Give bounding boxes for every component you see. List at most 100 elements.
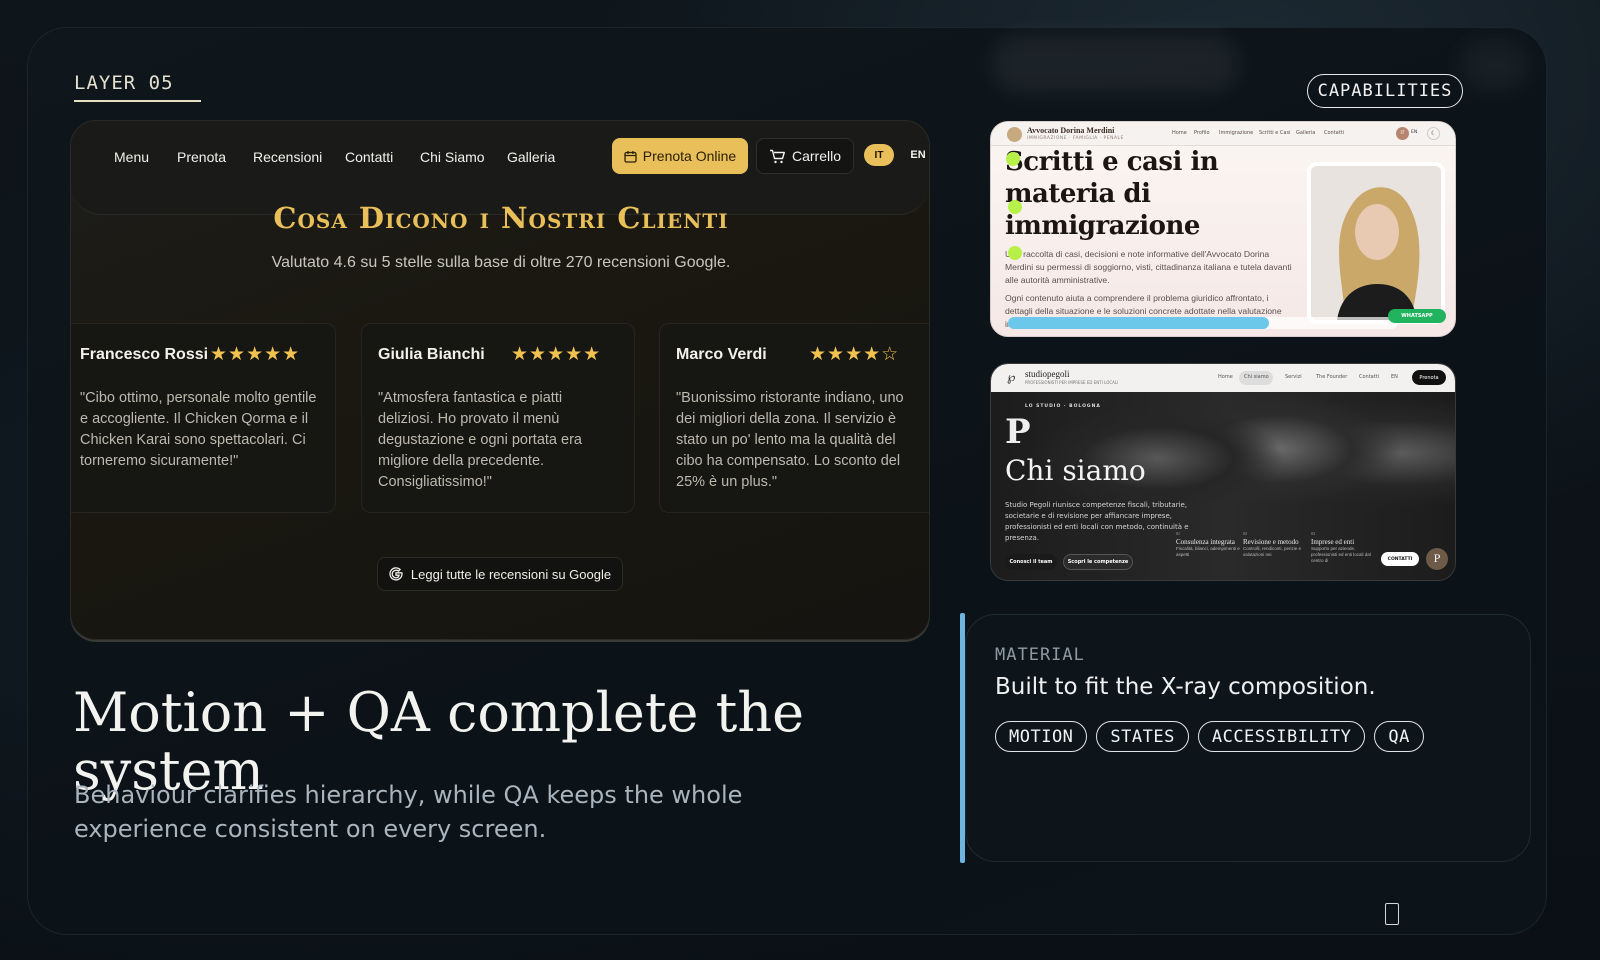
service-card: 02 Revisione e metodo Controlli, rendico… [1243, 530, 1307, 558]
google-reviews-button[interactable]: Leggi tutte le recensioni su Google [377, 557, 623, 591]
studio-avatar-badge[interactable]: P [1426, 548, 1448, 570]
tag-accessibility: ACCESSIBILITY [1197, 721, 1366, 752]
lawyer-lang-en[interactable]: EN [1411, 130, 1417, 135]
touch-marker [1008, 200, 1022, 214]
layer-label: LAYER 05 [74, 72, 201, 102]
lawyer-nav-contatti[interactable]: Contatti [1324, 130, 1344, 136]
review-card: Marco Verdi ★★★★☆ "Buonissimo ristorante… [659, 323, 929, 513]
calendar-icon [624, 150, 637, 163]
lawyer-nav-scritti[interactable]: Scritti e Casi [1259, 130, 1290, 136]
service-desc: Fiscalità, bilanci, adempimenti e aspett… [1176, 546, 1240, 557]
lang-toggle-it[interactable]: IT [864, 144, 894, 166]
star-rating: ★★★★☆ [809, 343, 900, 365]
lawyer-nav-home[interactable]: Home [1172, 130, 1187, 136]
studio-intro-text: Studio Pegoli riunisce competenze fiscal… [1005, 501, 1189, 542]
studio-nav-home[interactable]: Home [1218, 374, 1233, 380]
portrait-image [1311, 166, 1441, 320]
moon-icon[interactable]: ☾ [1427, 127, 1440, 140]
subline: Behaviour clarifies hierarchy, while QA … [74, 781, 743, 843]
studio-site-navbar: ℘ studiopegoli PROFESSIONISTI PER IMPRES… [991, 364, 1455, 392]
lawyer-site-navbar: Avvocato Dorina Merdini IMMIGRAZIONE · F… [991, 122, 1455, 146]
book-online-button[interactable]: Prenota Online [612, 138, 748, 174]
reviews-title: Cosa Dicono i Nostri Clienti [273, 201, 729, 235]
studio-nav-chi-siamo[interactable]: Chi siamo [1244, 374, 1269, 380]
studio-nav-founder[interactable]: The Founder [1316, 374, 1347, 380]
cart-button[interactable]: Carrello [756, 138, 854, 174]
nav-item-galleria[interactable]: Galleria [507, 149, 555, 165]
studio-prenota-button[interactable]: Prenota [1412, 370, 1446, 385]
reviewer-name: Marco Verdi [676, 346, 767, 363]
service-desc: Controlli, rendiconti, perizie e valutaz… [1243, 546, 1302, 557]
studio-brand: studiopegoli [1025, 369, 1070, 379]
studio-brand-subtitle: PROFESSIONISTI PER IMPRESE ED ENTI LOCAL… [1025, 380, 1119, 385]
google-reviews-label: Leggi tutte le recensioni su Google [410, 566, 612, 582]
lawyer-page-title: Scritti e casi in materia di immigrazion… [1005, 147, 1219, 241]
scroll-progress-bar [1008, 317, 1269, 329]
review-card: Francesco Rossi ★★★★★ "Cibo ottimo, pers… [71, 323, 336, 513]
service-title: Consulenza integrata [1176, 538, 1235, 546]
review-text: "Cibo ottimo, personale molto gentile e … [80, 390, 317, 469]
service-card: 03 Imprese ed enti Supporto per aziende,… [1311, 530, 1375, 564]
device-icon[interactable] [1385, 903, 1399, 925]
studio-page-title: Chi siamo [1005, 454, 1146, 487]
material-title: Built to fit the X-ray composition. [995, 674, 1376, 700]
studio-nav-contatti[interactable]: Contatti [1359, 374, 1379, 380]
nav-item-chi-siamo[interactable]: Chi Siamo [420, 149, 485, 165]
tag-states: STATES [1096, 721, 1189, 752]
studio-nav-en[interactable]: EN [1391, 374, 1398, 380]
service-number: 03 [1311, 531, 1315, 536]
material-accent-bar [960, 613, 965, 863]
lawyer-lang-it[interactable]: IT [1396, 127, 1409, 140]
book-online-label: Prenota Online [642, 148, 737, 164]
service-title: Revisione e metodo [1243, 538, 1299, 546]
lawyer-brand: Avvocato Dorina Merdini [1027, 126, 1115, 135]
tag-qa: QA [1374, 721, 1424, 752]
lang-toggle-en[interactable]: EN [904, 144, 929, 166]
review-card: Giulia Bianchi ★★★★★ "Atmosfera fantasti… [361, 323, 635, 513]
touch-marker [1006, 152, 1020, 166]
studio-skills-button[interactable]: Scopri le competenze [1063, 554, 1133, 570]
service-title: Imprese ed enti [1311, 538, 1355, 546]
cart-label: Carrello [791, 148, 841, 164]
service-number: 02 [1243, 531, 1247, 536]
review-text: "Buonissimo ristorante indiano, uno dei … [676, 390, 904, 490]
studio-nav-servizi[interactable]: Servizi [1285, 374, 1302, 380]
nav-item-prenota[interactable]: Prenota [177, 149, 226, 165]
reviewer-name: Giulia Bianchi [378, 346, 485, 363]
nav-item-contatti[interactable]: Contatti [345, 149, 393, 165]
restaurant-preview-card: Menu Prenota Recensioni Contatti Chi Sia… [70, 120, 930, 640]
tag-motion: MOTION [995, 721, 1088, 752]
star-rating: ★★★★★ [511, 343, 602, 365]
star-rating: ★★★★★ [210, 343, 301, 365]
studio-team-button[interactable]: Conosci il team [1005, 554, 1057, 570]
whatsapp-button[interactable]: WHATSAPP [1388, 309, 1446, 323]
lawyer-intro-paragraph-1: Una raccolta di casi, decisioni e note i… [1005, 249, 1292, 285]
capabilities-pill: CAPABILITIES [1307, 74, 1463, 108]
studio-contatti-button[interactable]: CONTATTI [1381, 552, 1419, 566]
blurred-highlight [990, 34, 1240, 94]
lawyer-portrait [1307, 162, 1445, 324]
blurred-highlight-small [1460, 40, 1530, 90]
material-tags: MOTION STATES ACCESSIBILITY QA [995, 721, 1424, 752]
studio-kicker: LO STUDIO · BOLOGNA [1025, 404, 1101, 409]
lawyer-logo [1007, 127, 1022, 142]
nav-item-recensioni[interactable]: Recensioni [253, 149, 322, 165]
studio-monogram: P [1005, 412, 1031, 452]
nav-item-menu[interactable]: Menu [114, 149, 149, 165]
review-text: "Atmosfera fantastica e piatti deliziosi… [378, 390, 582, 490]
google-icon [389, 567, 403, 581]
studio-logo-icon: ℘ [1007, 370, 1016, 384]
service-card: 01 Consulenza integrata Fiscalità, bilan… [1176, 530, 1240, 558]
material-label: MATERIAL [995, 645, 1085, 665]
lawyer-nav-profilo[interactable]: Profilo [1194, 130, 1210, 136]
reviews-subtitle: Valutato 4.6 su 5 stelle sulla base di o… [271, 254, 731, 271]
lawyer-nav-galleria[interactable]: Galleria [1296, 130, 1315, 136]
lawyer-site-preview[interactable]: Avvocato Dorina Merdini IMMIGRAZIONE · F… [990, 121, 1456, 337]
studio-site-preview[interactable]: ℘ studiopegoli PROFESSIONISTI PER IMPRES… [990, 363, 1456, 581]
lawyer-nav-immigrazione[interactable]: Immigrazione [1219, 130, 1253, 136]
lawyer-brand-subtitle: IMMIGRAZIONE · FAMIGLIA · PENALE [1027, 136, 1124, 141]
reviewer-name: Francesco Rossi [80, 346, 209, 363]
service-number: 01 [1176, 531, 1180, 536]
cart-icon [769, 149, 785, 163]
service-desc: Supporto per aziende, professionisti ed … [1311, 546, 1371, 563]
